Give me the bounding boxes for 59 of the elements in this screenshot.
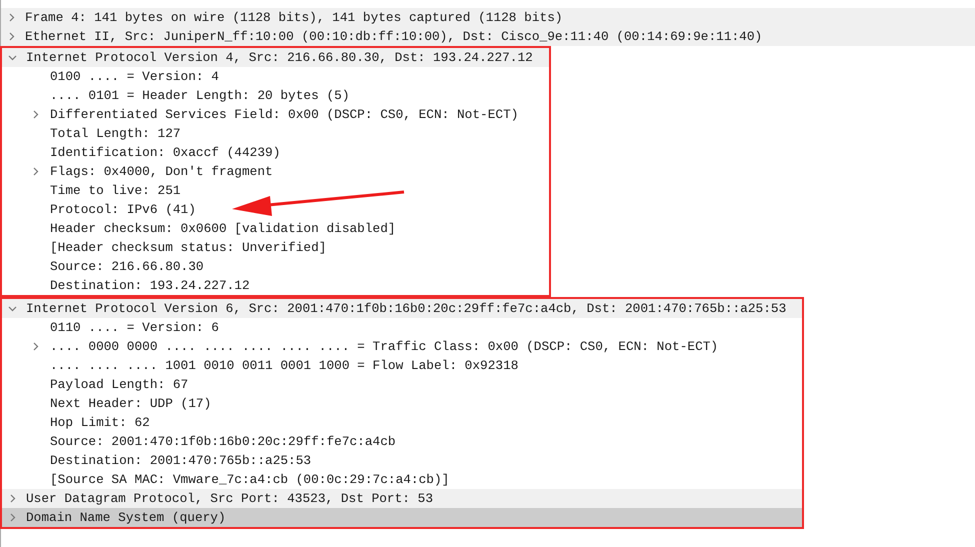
field-tree-row[interactable]: Next Header: UDP (17) <box>2 394 802 413</box>
field-tree-row[interactable]: .... 0000 0000 .... .... .... .... .... = Traffic Class: 0x00 (DSCP: CS0, ECN: Not-ECT) <box>2 337 802 356</box>
expand-chevron-icon[interactable] <box>31 342 40 351</box>
protocol-summary: User Datagram Protocol, Src Port: 43523, Dst Port: 53 <box>26 490 434 508</box>
field-value: Source: 216.66.80.30 <box>50 258 205 276</box>
field-tree-row[interactable]: Identification: 0xaccf (44239) <box>2 143 549 162</box>
expand-chevron-icon[interactable] <box>31 110 40 119</box>
field-value: .... .... .... 1001 0010 0011 0001 1000 = Flow Label: 0x92318 <box>50 357 520 375</box>
field-value: Identification: 0xaccf (44239) <box>50 144 282 162</box>
field-tree-row[interactable]: Destination: 2001:470:765b::a25:53 <box>2 451 802 470</box>
protocol-tree-row[interactable]: User Datagram Protocol, Src Port: 43523, Dst Port: 53 <box>2 489 802 508</box>
field-tree-row[interactable]: Total Length: 127 <box>2 124 549 143</box>
field-value: Payload Length: 67 <box>50 376 190 394</box>
field-tree-row[interactable]: [Source SA MAC: Vmware_7c:a4:cb (00:0c:29:7c:a4:cb)] <box>2 470 802 489</box>
field-tree-row[interactable]: Source: 216.66.80.30 <box>2 257 549 276</box>
field-value: 0110 .... = Version: 6 <box>50 319 220 337</box>
field-value: 0100 .... = Version: 4 <box>50 68 220 86</box>
field-tree-row[interactable]: Hop Limit: 62 <box>2 413 802 432</box>
field-tree-row[interactable]: Destination: 193.24.227.12 <box>2 276 549 295</box>
expand-chevron-icon[interactable] <box>31 167 40 176</box>
field-value: Flags: 0x4000, Don't fragment <box>50 163 274 181</box>
collapse-chevron-icon[interactable] <box>8 304 17 313</box>
field-value: Total Length: 127 <box>50 125 182 143</box>
protocol-tree-row[interactable]: Ethernet II, Src: JuniperN_ff:10:00 (00:10:db:ff:10:00), Dst: Cisco_9e:11:40 (00:14:69:9e:11:40) <box>1 27 975 46</box>
field-tree-row[interactable]: Header checksum: 0x0600 [validation disabled] <box>2 219 549 238</box>
field-value: Header checksum: 0x0600 [validation disabled] <box>50 220 397 238</box>
protocol-tree-row[interactable]: Frame 4: 141 bytes on wire (1128 bits), 141 bytes captured (1128 bits) <box>1 8 975 27</box>
expand-chevron-icon[interactable] <box>7 32 16 41</box>
field-value: Destination: 2001:470:765b::a25:53 <box>50 452 312 470</box>
field-tree-row[interactable]: Differentiated Services Field: 0x00 (DSCP: CS0, ECN: Not-ECT) <box>2 105 549 124</box>
field-value: Protocol: IPv6 (41) <box>50 201 197 219</box>
field-value: Next Header: UDP (17) <box>50 395 212 413</box>
field-value: .... 0101 = Header Length: 20 bytes (5) <box>50 87 350 105</box>
expand-chevron-icon[interactable] <box>8 494 17 503</box>
field-tree-row[interactable]: .... 0101 = Header Length: 20 bytes (5) <box>2 86 549 105</box>
field-tree-row[interactable]: Time to live: 251 <box>2 181 549 200</box>
field-value: Time to live: 251 <box>50 182 182 200</box>
field-tree-row[interactable]: Protocol: IPv6 (41) <box>2 200 549 219</box>
expand-chevron-icon[interactable] <box>7 13 16 22</box>
field-tree-row[interactable]: .... .... .... 1001 0010 0011 0001 1000 = Flow Label: 0x92318 <box>2 356 802 375</box>
field-value: Hop Limit: 62 <box>50 414 151 432</box>
field-value: [Header checksum status: Unverified] <box>50 239 328 257</box>
field-value: .... 0000 0000 .... .... .... .... .... = Traffic Class: 0x00 (DSCP: CS0, ECN: Not-ECT) <box>50 338 720 356</box>
collapse-chevron-icon[interactable] <box>8 53 17 62</box>
field-value: Destination: 193.24.227.12 <box>50 277 251 295</box>
field-tree-row[interactable]: 0110 .... = Version: 6 <box>2 318 802 337</box>
field-value: Differentiated Services Field: 0x00 (DSCP: CS0, ECN: Not-ECT) <box>50 106 520 124</box>
expand-chevron-icon[interactable] <box>8 513 17 522</box>
field-tree-row[interactable]: Payload Length: 67 <box>2 375 802 394</box>
field-tree-row[interactable]: Flags: 0x4000, Don't fragment <box>2 162 549 181</box>
field-tree-row[interactable]: 0100 .... = Version: 4 <box>2 67 549 86</box>
protocol-summary: Domain Name System (query) <box>26 509 227 527</box>
protocol-tree-row[interactable]: Domain Name System (query) <box>2 508 802 527</box>
protocol-summary: Frame 4: 141 bytes on wire (1128 bits), 141 bytes captured (1128 bits) <box>25 9 564 27</box>
field-value: Source: 2001:470:1f0b:16b0:20c:29ff:fe7c:a4cb <box>50 433 397 451</box>
field-value: [Source SA MAC: Vmware_7c:a4:cb (00:0c:29:7c:a4:cb)] <box>50 471 450 489</box>
field-tree-row[interactable]: Source: 2001:470:1f0b:16b0:20c:29ff:fe7c:a4cb <box>2 432 802 451</box>
field-tree-row[interactable]: [Header checksum status: Unverified] <box>2 238 549 257</box>
protocol-summary: Ethernet II, Src: JuniperN_ff:10:00 (00:10:db:ff:10:00), Dst: Cisco_9e:11:40 (00:14:69:9e:11:40) <box>25 28 764 46</box>
